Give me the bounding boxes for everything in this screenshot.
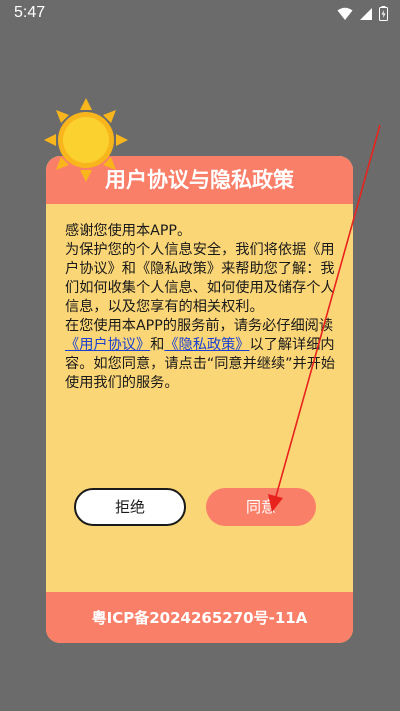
wifi-icon [337,7,353,20]
battery-icon [379,6,388,21]
reading-paragraph: 在您使用本APP的服务前，请务必仔细阅读《用户协议》和《隐私政策》以了解详细内容… [65,317,340,393]
dialog-footer: 粤ICP备2024265270号-11A [46,592,353,643]
status-time: 5:47 [14,4,46,21]
privacy-policy-link[interactable]: 《隐私政策》 [164,337,249,353]
signal-icon [360,7,372,20]
reading-prefix-text: 在您使用本APP的服务前，请务必仔细阅读 [65,318,334,334]
sun-icon [44,98,128,182]
dialog-body: 感谢您使用本APP。 为保护您的个人信息安全，我们将依据《用户协议》和《隐私政策… [65,222,340,393]
intro-paragraph: 为保护您的个人信息安全，我们将依据《用户协议》和《隐私政策》来帮助您了解：我们如… [65,242,335,315]
user-agreement-link[interactable]: 《用户协议》 [65,337,150,353]
greeting-text: 感谢您使用本APP。 [65,223,192,239]
privacy-dialog: 用户协议与隐私政策 感谢您使用本APP。 为保护您的个人信息安全，我们将依据《用… [46,156,353,643]
reject-button[interactable]: 拒绝 [74,488,186,526]
and-text: 和 [150,337,165,353]
status-icons [337,6,388,21]
agree-button[interactable]: 同意 [206,488,316,526]
status-bar: 5:47 [0,0,400,28]
icp-license-text: 粤ICP备2024265270号-11A [91,609,308,627]
